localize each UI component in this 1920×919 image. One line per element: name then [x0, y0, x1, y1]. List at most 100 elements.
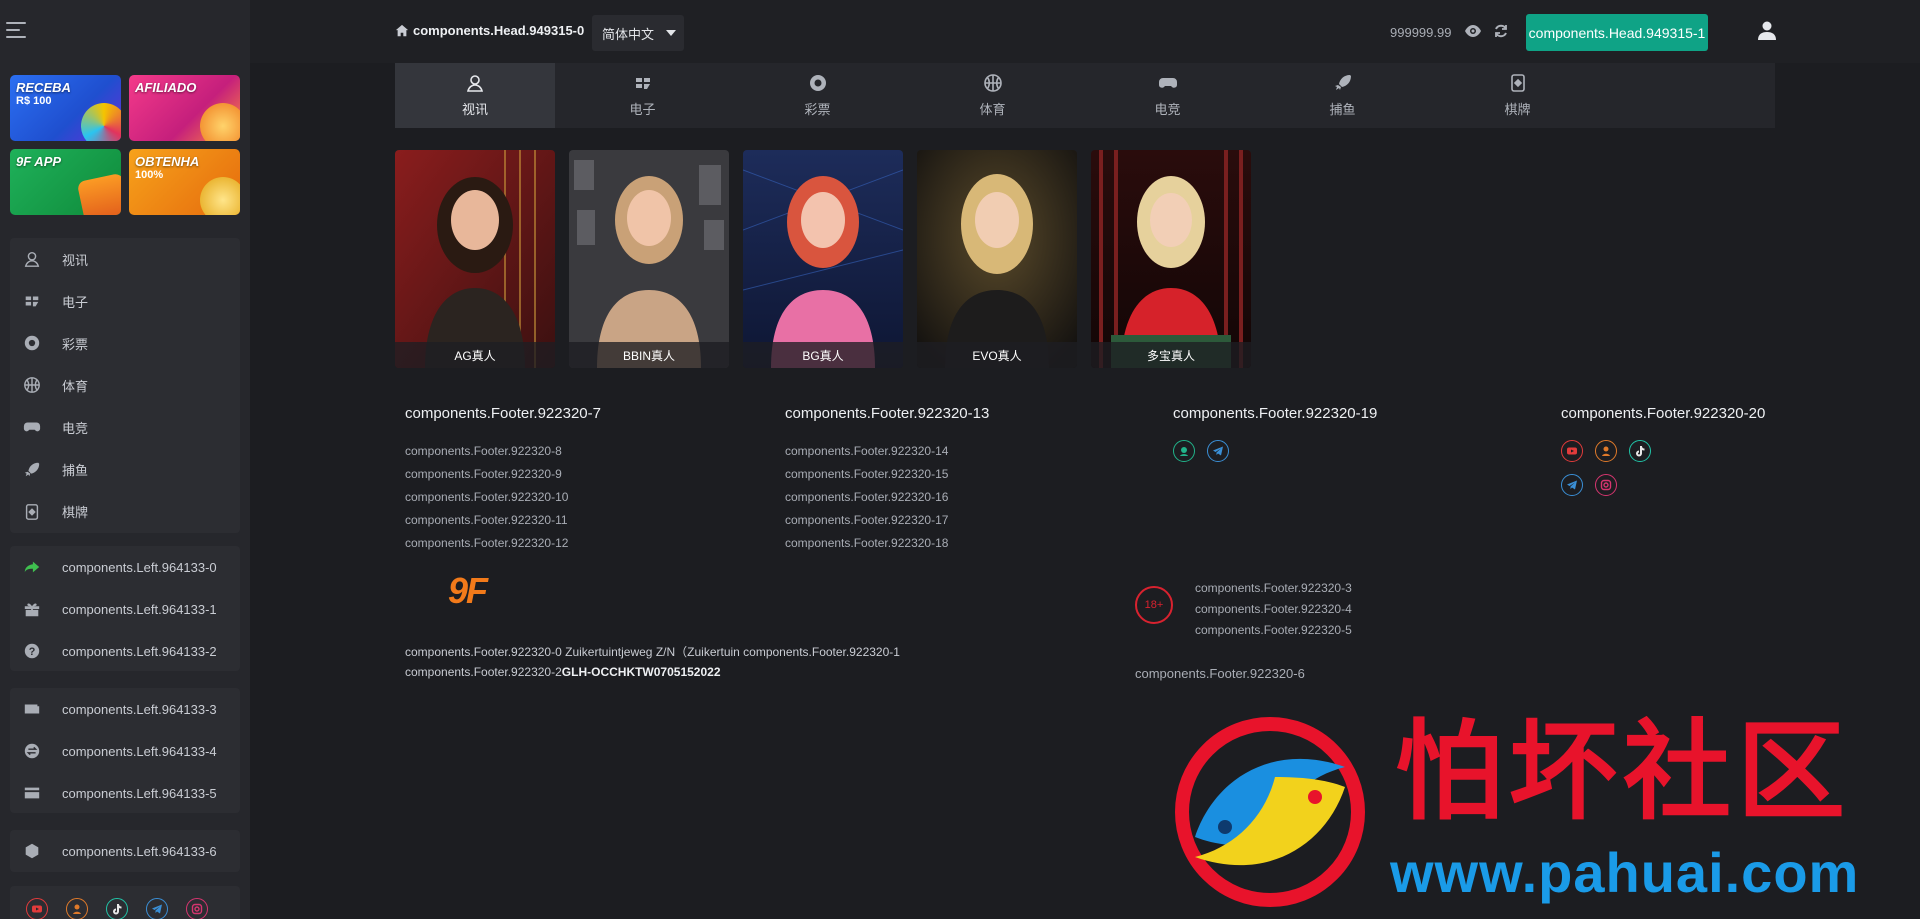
sidebar-item-cards[interactable]: 棋牌 [10, 491, 240, 533]
sidebar-item-gift[interactable]: components.Left.964133-1 [10, 588, 240, 630]
sidebar-item-help[interactable]: ? components.Left.964133-2 [10, 630, 240, 672]
sidebar-item-wallet[interactable]: components.Left.964133-3 [10, 688, 240, 730]
instagram-icon[interactable] [1595, 474, 1617, 496]
youtube-icon[interactable] [26, 898, 48, 919]
promo-banner-app[interactable]: 9F APP [10, 149, 121, 215]
footer-column-2: components.Footer.922320-13 components.F… [785, 405, 989, 555]
lottery-icon [22, 333, 42, 353]
game-card-bg[interactable]: BG真人 [743, 150, 903, 368]
company-address: components.Footer.922320-0 Zuikertuintje… [405, 642, 900, 682]
footer-support-links [1173, 440, 1263, 462]
eye-icon[interactable] [1464, 24, 1482, 38]
watermark-fish-emblem [1175, 717, 1365, 907]
home-link[interactable]: components.Head.949315-0 [395, 23, 584, 38]
tiktok-icon[interactable] [106, 898, 128, 919]
help-icon: ? [22, 641, 42, 661]
watermark: 怕坏社区 www.pahuai.com [1165, 712, 1910, 912]
brand-logo: 9F [448, 570, 488, 611]
sidebar-group-wallet: components.Left.964133-3 components.Left… [10, 688, 240, 813]
sidebar-item-cube[interactable]: components.Left.964133-6 [10, 830, 240, 872]
sidebar-item-label: components.Left.964133-3 [62, 701, 217, 717]
sidebar-item-label: components.Left.964133-6 [62, 843, 217, 859]
footer-link[interactable]: components.Footer.922320-14 [785, 440, 989, 463]
footer-column-3: components.Footer.922320-19 [1173, 405, 1377, 462]
footer-link[interactable]: components.Footer.922320-16 [785, 486, 989, 509]
support-icon[interactable] [1173, 440, 1195, 462]
footer-link[interactable]: components.Footer.922320-15 [785, 463, 989, 486]
tab-label: 视讯 [461, 102, 488, 117]
promo-title: AFILIADO [135, 80, 197, 95]
fishing-icon [22, 460, 42, 480]
footer-link[interactable]: components.Footer.922320-12 [405, 532, 601, 555]
game-card-bbin[interactable]: BBIN真人 [569, 150, 729, 368]
tab-cards[interactable]: 棋牌 [1430, 63, 1605, 128]
telegram-icon[interactable] [1561, 474, 1583, 496]
tab-sports[interactable]: 体育 [905, 63, 1080, 128]
instagram-icon[interactable] [186, 898, 208, 919]
watermark-title: 怕坏社区 [1395, 709, 1852, 835]
sidebar-item-share[interactable]: components.Left.964133-0 [10, 546, 240, 588]
promo-banner-bonus[interactable]: RECEBA R$ 100 [10, 75, 121, 141]
menu-toggle-icon[interactable] [6, 22, 26, 38]
sidebar-item-label: 电子 [62, 294, 89, 310]
game-card-duobao[interactable]: 多宝真人 [1091, 150, 1251, 368]
dealer-portrait [743, 150, 903, 368]
header-action-button[interactable]: components.Head.949315-1 [1526, 14, 1708, 51]
cube-icon [22, 841, 42, 861]
sidebar-item-lottery[interactable]: 彩票 [10, 322, 240, 364]
sidebar-item-slots[interactable]: 电子 [10, 280, 240, 322]
tab-label: 棋牌 [1504, 102, 1531, 117]
game-card-ag[interactable]: AG真人 [395, 150, 555, 368]
telegram-icon[interactable] [1207, 440, 1229, 462]
promo-title: RECEBA [16, 80, 71, 95]
sidebar-item-label: 视讯 [62, 252, 89, 268]
footer-column-title: components.Footer.922320-19 [1173, 405, 1378, 422]
telegram-icon[interactable] [146, 898, 168, 919]
footer-link[interactable]: components.Footer.922320-9 [405, 463, 601, 486]
tab-live[interactable]: 视讯 [395, 63, 555, 128]
footer-link[interactable]: components.Footer.922320-17 [785, 509, 989, 532]
balance-amount: 999999.99 [1390, 25, 1452, 40]
youtube-icon[interactable] [1561, 440, 1583, 462]
sidebar-item-label: 棋牌 [62, 505, 89, 521]
community-icon[interactable] [1595, 440, 1617, 462]
sidebar-item-esports[interactable]: 电竞 [10, 406, 240, 448]
community-icon[interactable] [66, 898, 88, 919]
footer-link[interactable]: components.Footer.922320-10 [405, 486, 601, 509]
tab-fishing[interactable]: 捕鱼 [1255, 63, 1430, 128]
dealer-portrait [569, 150, 729, 368]
cards-icon [1510, 74, 1525, 92]
sidebar-item-fishing[interactable]: 捕鱼 [10, 448, 240, 490]
tab-lottery[interactable]: 彩票 [730, 63, 905, 128]
tab-esports[interactable]: 电竞 [1080, 63, 1255, 128]
language-select[interactable]: 简体中文 [592, 15, 684, 51]
sidebar-item-label: 电竞 [62, 420, 89, 436]
sidebar-group-misc: components.Left.964133-6 [10, 830, 240, 872]
refresh-icon[interactable] [1493, 23, 1509, 39]
live-dealer-icon [466, 75, 484, 92]
age-notice-text: components.Footer.922320-4 [1195, 602, 1352, 616]
promo-banner-affiliate[interactable]: AFILIADO [129, 75, 240, 141]
tiktok-icon[interactable] [1629, 440, 1651, 462]
footer-column-title: components.Footer.922320-7 [405, 405, 601, 422]
dealer-portrait [917, 150, 1077, 368]
game-category-tabs: 视讯 电子 彩票 体育 电竞 捕鱼 棋牌 [395, 63, 1775, 128]
sidebar-item-label: 捕鱼 [62, 463, 89, 479]
phone-icon [76, 172, 121, 215]
sidebar-item-live[interactable]: 视讯 [10, 238, 240, 280]
sidebar-item-card[interactable]: components.Left.964133-5 [10, 772, 240, 814]
footer-note: components.Footer.922320-6 [1135, 666, 1305, 681]
tab-slots[interactable]: 电子 [555, 63, 730, 128]
footer-link[interactable]: components.Footer.922320-8 [405, 440, 601, 463]
footer-link[interactable]: components.Footer.922320-11 [405, 509, 601, 532]
sidebar-item-exchange[interactable]: components.Left.964133-4 [10, 730, 240, 772]
footer-link[interactable]: components.Footer.922320-18 [785, 532, 989, 555]
game-card-evo[interactable]: EVO真人 [917, 150, 1077, 368]
address-line-1: components.Footer.922320-0 Zuikertuintje… [405, 645, 900, 659]
promo-banner-deposit[interactable]: OBTENHA 100% [129, 149, 240, 215]
sidebar-item-label: components.Left.964133-1 [62, 601, 217, 617]
user-icon[interactable] [1758, 21, 1776, 40]
top-header: components.Head.949315-0 简体中文 999999.99 … [250, 0, 1920, 63]
slots-icon [635, 78, 650, 89]
sidebar-item-sports[interactable]: 体育 [10, 364, 240, 406]
